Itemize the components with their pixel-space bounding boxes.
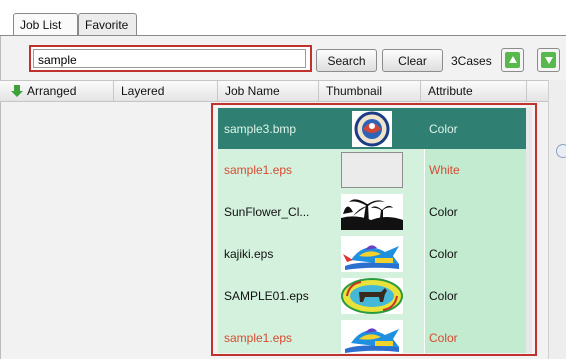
scroll-thumb[interactable] [556, 144, 566, 158]
column-arranged[interactable]: Arranged [0, 81, 114, 101]
column-label: Job Name [225, 84, 280, 98]
move-up-button[interactable] [501, 48, 524, 72]
column-job-name[interactable]: Job Name [218, 81, 319, 101]
table-header: Arranged Layered Job Name Thumbnail Attr… [0, 80, 548, 102]
search-button[interactable]: Search [316, 49, 377, 72]
column-layered[interactable]: Layered [114, 81, 218, 101]
arrow-up-green-icon [505, 52, 520, 68]
search-input[interactable] [33, 49, 306, 68]
column-attribute[interactable]: Attribute [421, 81, 527, 101]
column-label: Thumbnail [326, 84, 383, 98]
result-count: 3Cases [451, 54, 492, 68]
arrow-down-green-icon [541, 52, 556, 68]
search-highlight [29, 45, 312, 72]
column-label: Arranged [27, 84, 77, 98]
sort-arrow-icon [11, 85, 23, 97]
move-down-button[interactable] [537, 48, 560, 72]
column-thumbnail[interactable]: Thumbnail [319, 81, 421, 101]
tab-favorite[interactable]: Favorite [78, 13, 137, 35]
tab-job-list[interactable]: Job List [13, 13, 78, 36]
list-highlight-frame [211, 103, 537, 356]
clear-button[interactable]: Clear [382, 49, 443, 72]
column-label: Layered [121, 84, 165, 98]
column-label: Attribute [428, 84, 473, 98]
vertical-scrollbar[interactable] [548, 80, 566, 359]
